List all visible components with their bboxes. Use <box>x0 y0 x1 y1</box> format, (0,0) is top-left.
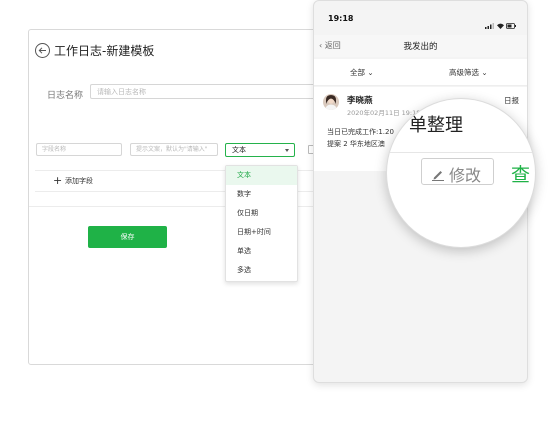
field-hint-input[interactable]: 提示文案，默认为"请输入" <box>130 143 218 156</box>
dropdown-option[interactable]: 数字 <box>226 185 297 204</box>
filter-all[interactable]: 全部 ⌄ <box>350 67 374 78</box>
divider <box>29 206 351 207</box>
dropdown-option[interactable]: 日期+时间 <box>226 223 297 242</box>
back-icon[interactable] <box>35 43 50 58</box>
dropdown-option[interactable]: 单选 <box>226 242 297 261</box>
field-name-input[interactable]: 字段名称 <box>36 143 122 156</box>
desktop-panel: 工作日志-新建模板 日志名称 请输入日志名称 字段名称 提示文案，默认为"请输入… <box>28 29 352 365</box>
dropdown-option[interactable]: 多选 <box>226 261 297 280</box>
nav-bar: ‹ 返回 我发出的 <box>314 35 527 57</box>
status-icons <box>485 15 517 34</box>
filter-bar: 全部 ⌄ 高级筛选 ⌄ <box>314 59 527 86</box>
user-name: 李晓燕 <box>347 96 373 106</box>
pencil-icon <box>431 166 445 185</box>
status-time: 19:18 <box>328 14 354 23</box>
add-field-label: 添加字段 <box>65 177 93 185</box>
magnifier-callout: 单整理 修改 查 <box>386 98 536 248</box>
edit-button[interactable]: 修改 <box>421 158 494 185</box>
field-type-dropdown: 文本 数字 仅日期 日期+时间 单选 多选 <box>225 165 298 282</box>
view-button[interactable]: 查 <box>511 160 530 187</box>
save-button[interactable]: 保存 <box>88 226 167 248</box>
log-type-tag: 日报 <box>504 96 519 105</box>
log-content-line: 提案 2 华东地区澳 <box>327 140 385 148</box>
edit-label: 修改 <box>449 166 482 185</box>
filter-all-label: 全部 <box>350 68 365 77</box>
filter-advanced[interactable]: 高级筛选 ⌄ <box>449 67 488 78</box>
log-content-line: 当日已完成工作:1.20 <box>327 128 394 136</box>
filter-advanced-label: 高级筛选 <box>449 68 479 77</box>
avatar <box>323 94 339 110</box>
chevron-down-icon: ⌄ <box>367 68 374 77</box>
divider <box>387 152 535 153</box>
field-type-select[interactable]: 文本 <box>225 143 295 157</box>
dropdown-option[interactable]: 仅日期 <box>226 204 297 223</box>
field-type-value: 文本 <box>232 146 246 154</box>
magnified-title: 单整理 <box>409 115 463 136</box>
chevron-down-icon: ⌄ <box>481 68 488 77</box>
page-title: 工作日志-新建模板 <box>54 44 155 58</box>
log-name-label: 日志名称 <box>47 91 84 101</box>
log-name-input[interactable]: 请输入日志名称 <box>90 84 348 99</box>
nav-title: 我发出的 <box>403 42 438 52</box>
plus-icon: + <box>53 174 63 187</box>
dropdown-option[interactable]: 文本 <box>226 166 297 185</box>
chevron-down-icon <box>285 149 289 152</box>
